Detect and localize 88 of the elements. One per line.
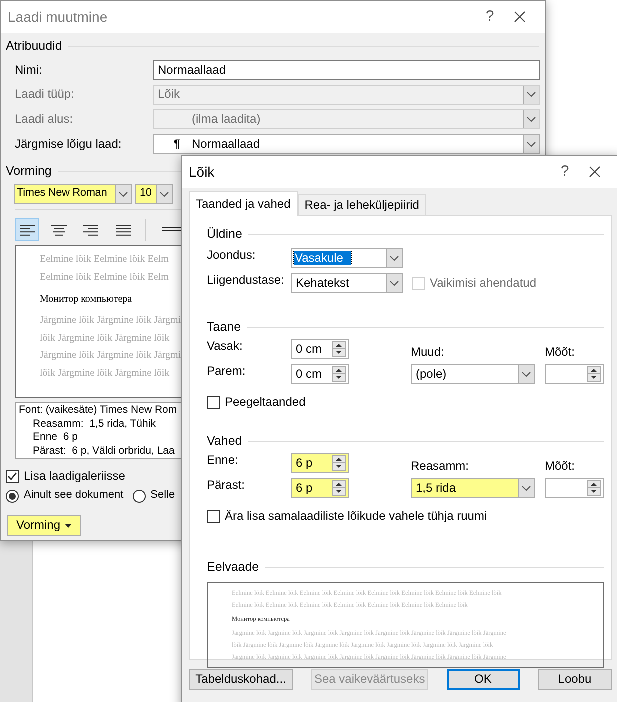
field-label: Parem: xyxy=(207,364,247,380)
caret-icon xyxy=(527,92,536,98)
preview-text: lõik Järgmine lõik Järgmine lõik xyxy=(40,332,170,346)
close-icon xyxy=(589,166,601,178)
dropdown[interactable]: Times New Roman xyxy=(14,184,132,204)
spin-arrows-icon[interactable] xyxy=(587,480,601,496)
line-spacing-icon[interactable] xyxy=(162,227,182,232)
spin-arrows-icon[interactable] xyxy=(332,455,346,471)
section-heading: Üldine xyxy=(207,226,242,242)
caret-icon xyxy=(160,192,169,197)
preview-text: lõik Järgmine lõik Järgmine lõik xyxy=(40,368,170,381)
checkbox-label: Peegeltaanded xyxy=(225,394,306,410)
text-field[interactable]: Normaallaad xyxy=(153,60,540,80)
preview-sample-text: Монитор компьютера xyxy=(40,293,132,308)
align-right-icon xyxy=(83,224,99,236)
description-text: Enne 6 p xyxy=(32,431,78,445)
checkbox-label: Vaikimisi ahendatud xyxy=(430,276,537,290)
spin-arrows-icon[interactable] xyxy=(332,366,346,382)
field-label: Laadi alus: xyxy=(15,112,74,127)
section-heading: Vahed xyxy=(207,434,242,448)
help-button[interactable]: ? xyxy=(475,8,505,26)
caret-icon xyxy=(527,142,536,147)
section-heading: Atribuudid xyxy=(6,38,62,54)
spin-arrows-icon[interactable] xyxy=(587,366,601,382)
caret-icon xyxy=(390,256,399,260)
field-label: Vasak: xyxy=(207,339,244,355)
close-icon xyxy=(514,11,526,24)
field-label: Joondus: xyxy=(207,248,257,264)
dialog-button[interactable]: Tabelduskohad... xyxy=(189,669,293,690)
spin-box[interactable]: 6 p xyxy=(291,453,349,473)
dropdown[interactable]: 10 xyxy=(135,184,173,204)
caret-icon xyxy=(390,280,399,286)
section-heading: Vorming xyxy=(6,164,52,179)
radio-button[interactable] xyxy=(132,490,146,503)
dialog-button[interactable]: Loobu xyxy=(538,669,612,690)
checkbox[interactable] xyxy=(207,396,220,408)
caret-icon xyxy=(522,486,531,490)
field-label: Liigendustase: xyxy=(207,273,286,289)
help-button[interactable]: ? xyxy=(550,163,580,181)
field-label: Muud: xyxy=(411,344,446,359)
format-button[interactable]: Vorming xyxy=(7,515,81,536)
description-text: Font: (vaikesäte) Times New Rom xyxy=(19,404,178,418)
preview-text: Eelmine lõik Eelmine lõik Eelm xyxy=(40,254,169,268)
checkbox-label: Lisa laadigaleriisse xyxy=(24,468,126,484)
radio-button[interactable] xyxy=(6,490,19,503)
field-label: Enne: xyxy=(207,453,240,469)
dropdown[interactable]: ¶ Normaallaad xyxy=(153,134,540,154)
dialog-title: Laadi muutmine xyxy=(8,8,108,26)
spin-arrows-icon[interactable] xyxy=(332,341,346,357)
dialog-button[interactable]: OK xyxy=(446,669,520,690)
preview-text: Eelmine lõik Eelmine lõik Eelm xyxy=(40,272,169,285)
field-label: Reasamm: xyxy=(411,458,470,473)
dropdown[interactable]: Vasakule xyxy=(291,248,403,268)
caret-icon xyxy=(119,192,128,197)
description-text: Pärast: 6 p, Väldi orbridu, Laa xyxy=(32,444,175,458)
description-text: Reasamm: 1,5 rida, Tühik xyxy=(32,418,156,432)
radio-label: Ainult see dokument xyxy=(24,489,124,503)
section-heading: Taane xyxy=(207,320,242,334)
spin-box[interactable]: 6 p xyxy=(291,478,349,498)
field-label: Laadi tüüp: xyxy=(15,87,76,102)
align-center-icon xyxy=(51,224,67,236)
caret-icon xyxy=(64,524,72,528)
preview-text: Järgmine lõik Järgmine lõik Järgmi xyxy=(40,350,182,364)
preview-text: Järgmine lõik Järgmine lõik Järgmi xyxy=(40,315,182,328)
dialog-title: Lõik xyxy=(189,164,215,180)
radio-label: Selle xyxy=(150,489,176,503)
spin-box[interactable]: 0 cm xyxy=(291,339,349,359)
dropdown[interactable]: (pole) xyxy=(411,364,535,384)
field-label: Järgmise lõigu laad: xyxy=(15,136,123,152)
align-justify-icon xyxy=(115,224,131,236)
align-button[interactable] xyxy=(15,218,39,242)
caret-icon xyxy=(522,372,531,376)
dropdown[interactable]: 1,5 rida xyxy=(411,478,535,498)
checkbox-label: Ära lisa samalaadiliste lõikude vahele tühja ruumi xyxy=(225,508,488,524)
spin-arrows-icon[interactable] xyxy=(332,480,346,496)
checkbox[interactable] xyxy=(6,470,19,483)
field-label: Pärast: xyxy=(207,478,246,494)
field-label: Mõõt: xyxy=(545,344,576,359)
section-heading: Eelvaade xyxy=(207,560,260,574)
dropdown[interactable]: Kehatekst xyxy=(291,273,403,293)
caret-icon xyxy=(527,116,536,122)
spin-box[interactable]: 0 cm xyxy=(291,364,349,384)
tab[interactable]: Taanded ja vahed xyxy=(189,191,298,216)
field-label: Mõõt: xyxy=(545,458,576,473)
field-label: Nimi: xyxy=(15,62,44,78)
checkbox[interactable] xyxy=(207,510,220,522)
align-left-icon xyxy=(19,224,35,236)
tab[interactable]: Rea- ja leheküljepiirid xyxy=(298,194,426,215)
